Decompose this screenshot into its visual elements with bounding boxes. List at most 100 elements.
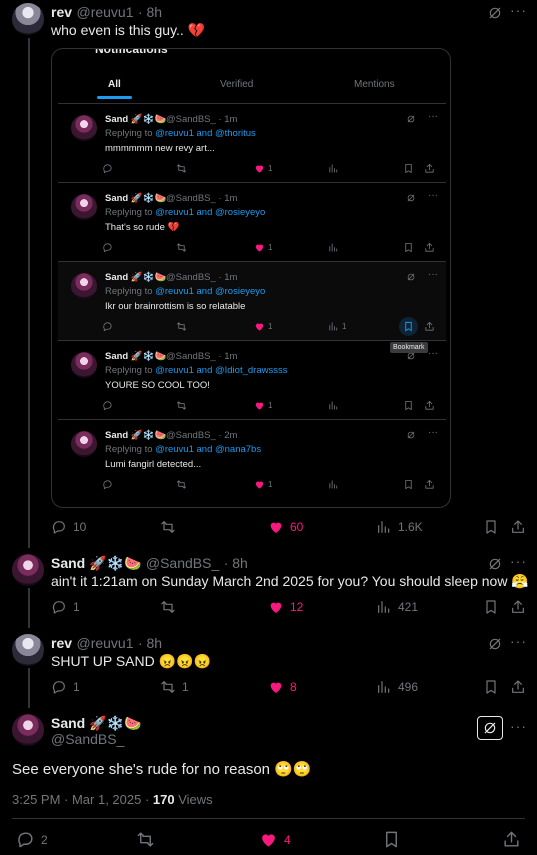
author-handle[interactable]: @reuvu1 [76,4,133,20]
reply-button[interactable]: 1 [51,599,80,615]
tab-mentions[interactable]: Mentions [354,79,395,90]
avatar[interactable] [71,352,97,378]
like-button[interactable]: 1 [254,163,272,174]
notification-row[interactable]: Sand 🚀❄️🍉 @SandBS_ · 1m ··· Replying to @re… [58,340,446,419]
replying-handles[interactable]: @reuvu1 and @thoritus [155,128,256,139]
replying-handles[interactable]: @reuvu1 and @nana7bs [155,444,261,455]
views-button[interactable] [328,479,342,490]
author-name[interactable]: rev [51,4,72,20]
avatar[interactable] [71,194,97,220]
grok-icon[interactable] [487,556,503,572]
views-button[interactable]: 496 [376,679,418,695]
grok-icon[interactable] [406,114,416,124]
like-button[interactable]: 1 [254,400,272,411]
author-name[interactable]: Sand 🚀❄️🍉 [105,351,166,362]
bookmark-button[interactable] [382,830,401,849]
more-icon[interactable]: ··· [428,427,438,438]
grok-icon[interactable] [406,193,416,203]
avatar[interactable] [12,714,44,746]
views-button[interactable] [328,400,342,411]
views-button[interactable] [328,163,342,174]
more-icon[interactable]: ··· [510,718,527,734]
share-button[interactable] [424,242,435,253]
avatar[interactable] [12,554,44,586]
retweet-button[interactable] [160,599,176,615]
reply-button[interactable]: 1 [51,679,80,695]
like-button[interactable]: 1 [254,321,272,332]
notification-row[interactable]: Sand 🚀❄️🍉 @SandBS_ · 1m ··· Replying to @re… [58,182,446,261]
avatar[interactable] [71,273,97,299]
tweet-image[interactable]: Notifications All Verified Mentions Sand… [51,48,451,508]
author-handle[interactable]: @SandBS_ · 1m [166,193,237,204]
grok-button[interactable] [477,716,503,740]
tab-all[interactable]: All [108,79,121,90]
like-button[interactable]: 4 [259,830,291,849]
reply-button[interactable] [102,321,113,332]
share-button[interactable] [502,830,521,849]
avatar[interactable] [12,634,44,666]
replying-handles[interactable]: @reuvu1 and @rosieyeyo [155,286,265,297]
more-icon[interactable]: ··· [428,190,438,201]
notification-row[interactable]: Sand 🚀❄️🍉 @SandBS_ · 1m ··· Replying to @re… [58,103,446,182]
avatar[interactable] [12,3,44,35]
bookmark-button[interactable] [399,317,418,336]
share-button[interactable] [424,479,435,490]
grok-icon[interactable] [406,430,416,440]
like-button[interactable]: 8 [268,679,297,695]
bookmark-button[interactable] [483,599,499,615]
grok-icon[interactable] [487,636,503,652]
more-icon[interactable]: ··· [510,2,527,18]
retweet-button[interactable] [160,519,176,535]
retweet-button[interactable] [176,400,187,411]
retweet-button[interactable] [176,242,187,253]
more-icon[interactable]: ··· [510,553,527,569]
retweet-button[interactable] [176,321,187,332]
avatar[interactable] [71,115,97,141]
author-handle[interactable]: @SandBS_ · 1m [166,114,237,125]
author-name[interactable]: Sand 🚀❄️🍉 [105,430,166,441]
bookmark-button[interactable] [403,163,414,174]
tweet-time[interactable]: · 8h [224,555,248,571]
like-button[interactable]: 60 [268,519,303,535]
share-button[interactable] [424,400,435,411]
share-button[interactable] [510,599,526,615]
author-handle[interactable]: @SandBS_ · 1m [166,272,237,283]
author-handle[interactable]: @SandBS_ [146,555,219,571]
author-handle[interactable]: @reuvu1 [76,635,133,651]
grok-icon[interactable] [406,272,416,282]
grok-icon[interactable] [487,5,503,21]
retweet-button[interactable] [176,163,187,174]
author-name[interactable]: rev [51,635,72,651]
share-button[interactable] [510,519,526,535]
share-button[interactable] [510,679,526,695]
replying-handles[interactable]: @reuvu1 and @rosieyeyo [155,207,265,218]
bookmark-button[interactable] [483,519,499,535]
bookmark-button[interactable] [403,400,414,411]
retweet-button[interactable] [176,479,187,490]
author-name[interactable]: Sand 🚀❄️🍉 [105,272,166,283]
views-button[interactable]: 1 [328,321,346,332]
notification-row[interactable]: Sand 🚀❄️🍉 @SandBS_ · 2m ··· Replying to @re… [58,419,446,498]
author-name[interactable]: Sand 🚀❄️🍉 [105,114,166,125]
more-icon[interactable]: ··· [428,348,438,359]
replying-handles[interactable]: @reuvu1 and @Idiot_drawssss [155,365,287,376]
like-button[interactable]: 1 [254,242,272,253]
retweet-button[interactable]: 1 [160,679,189,695]
share-button[interactable] [424,321,435,332]
notification-row[interactable]: Sand 🚀❄️🍉 @SandBS_ · 1m ··· Replying to @re… [58,261,446,340]
retweet-button[interactable] [136,830,155,849]
author-handle[interactable]: @SandBS_ · 2m [166,430,237,441]
more-icon[interactable]: ··· [428,269,438,280]
author-name[interactable]: Sand 🚀❄️🍉 [51,555,141,571]
tweet-timestamp[interactable]: 3:25 PM · Mar 1, 2025 · [12,792,153,807]
reply-button[interactable] [102,400,113,411]
bookmark-button[interactable] [403,242,414,253]
views-button[interactable]: 421 [376,599,418,615]
like-button[interactable]: 12 [268,599,303,615]
author-handle[interactable]: @SandBS_ · 1m [166,351,237,362]
more-icon[interactable]: ··· [510,633,527,649]
author-handle[interactable]: @SandBS_ [51,731,124,747]
more-icon[interactable]: ··· [428,111,438,122]
author-name[interactable]: Sand 🚀❄️🍉 [51,715,141,732]
views-button[interactable] [328,242,342,253]
